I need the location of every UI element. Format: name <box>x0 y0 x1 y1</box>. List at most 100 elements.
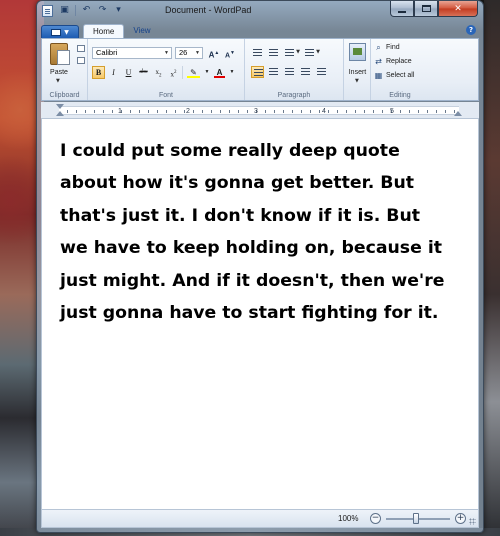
file-menu-icon <box>51 28 62 36</box>
save-icon[interactable]: ▣ <box>58 4 71 17</box>
ruler-number: 3 <box>254 108 258 115</box>
minimize-icon <box>398 10 406 13</box>
customize-icon[interactable]: ▾ <box>112 4 125 17</box>
align-left-icon[interactable] <box>251 66 264 78</box>
font-size-select[interactable]: 26 ▼ <box>175 47 203 59</box>
copy-icon[interactable] <box>77 57 85 64</box>
find-button[interactable]: ⌕ Find <box>374 43 400 52</box>
tab-home[interactable]: Home <box>83 24 125 39</box>
grow-font-icon[interactable]: A▲ <box>207 47 221 60</box>
select-all-icon: ▦ <box>374 71 383 80</box>
cut-icon[interactable] <box>77 45 85 52</box>
chevron-down-icon[interactable]: ▼ <box>193 48 202 58</box>
select-all-label: Select all <box>386 72 415 79</box>
chevron-down-icon[interactable]: ▼ <box>229 66 235 79</box>
maximize-button[interactable] <box>414 1 438 17</box>
insert-picture-icon[interactable] <box>349 43 366 61</box>
paragraph-group-label: Paragraph <box>277 92 311 99</box>
font-family-value: Calibri <box>96 48 118 57</box>
paste-icon[interactable] <box>50 43 70 65</box>
underline-button[interactable]: U <box>122 66 135 79</box>
ribbon: Paste ▼ Clipboard Calibri ▼ 26 ▼ A▲ A▼ B… <box>41 38 479 101</box>
ruler-number: 1 <box>118 108 122 115</box>
editing-group: ⌕ Find ⇄ Replace ▦ Select all Editing <box>371 39 429 100</box>
font-group-label: Font <box>158 92 173 99</box>
align-right-icon[interactable] <box>283 66 296 78</box>
zoom-level: 100% <box>338 514 359 523</box>
font-group: Calibri ▼ 26 ▼ A▲ A▼ B I U abc x2 x2 ✎ ▼… <box>88 39 245 100</box>
clipboard-group-label: Clipboard <box>49 92 80 99</box>
highlight-color-button[interactable]: ✎ <box>185 66 202 79</box>
caption-buttons: ✕ <box>390 1 478 17</box>
decrease-indent-icon[interactable] <box>251 47 264 59</box>
justify-icon[interactable] <box>299 66 312 78</box>
increase-indent-icon[interactable] <box>267 47 280 59</box>
application-menu-button[interactable]: ▼ <box>41 25 79 39</box>
replace-label: Replace <box>386 58 412 65</box>
select-all-button[interactable]: ▦ Select all <box>374 71 415 80</box>
zoom-out-button[interactable]: − <box>370 513 381 524</box>
paste-button-label[interactable]: Paste <box>42 69 76 76</box>
font-color-icon: A <box>216 68 223 77</box>
strikethrough-button[interactable]: abc <box>137 66 150 79</box>
paragraph-row-top: ▼ ▼ <box>251 47 320 59</box>
title-bar[interactable]: ▣ ↶ ↷ ▾ Document - WordPad ✕ <box>37 1 483 21</box>
wallpaper-right <box>484 0 500 536</box>
replace-button[interactable]: ⇄ Replace <box>374 57 412 66</box>
font-family-select[interactable]: Calibri ▼ <box>92 47 172 59</box>
paragraph-group: ▼ ▼ Paragraph <box>245 39 344 100</box>
chevron-down-icon[interactable]: ▼ <box>355 78 359 84</box>
zoom-in-button[interactable]: + <box>455 513 466 524</box>
chevron-down-icon: ▼ <box>64 28 69 36</box>
bullet-list-icon[interactable]: ▼ <box>283 47 300 59</box>
ruler-track: 1 2 3 4 5 <box>59 106 459 115</box>
wordpad-window: ▣ ↶ ↷ ▾ Document - WordPad ✕ ▼ Home View… <box>36 0 484 533</box>
minimize-button[interactable] <box>390 1 414 17</box>
editing-group-label: Editing <box>389 92 411 99</box>
status-bar: 100% − + <box>41 509 479 528</box>
tab-view[interactable]: View <box>124 24 159 39</box>
first-line-indent-marker[interactable] <box>56 104 64 109</box>
chevron-down-icon[interactable]: ▼ <box>162 48 171 58</box>
ruler-number: 5 <box>390 108 394 115</box>
resize-grip[interactable] <box>469 518 476 525</box>
redo-icon[interactable]: ↷ <box>96 4 109 17</box>
ruler-number: 4 <box>322 108 326 115</box>
insert-group: Insert ▼ <box>344 39 371 100</box>
superscript-button[interactable]: x2 <box>167 66 180 79</box>
document-area[interactable]: I could put some really deep quote about… <box>41 119 479 509</box>
bold-button[interactable]: B <box>92 66 105 79</box>
subscript-button[interactable]: x2 <box>152 66 165 79</box>
wordpad-app-icon[interactable] <box>42 5 53 17</box>
maximize-icon <box>421 5 431 12</box>
chevron-down-icon[interactable]: ▼ <box>56 78 60 84</box>
format-separator <box>182 66 183 79</box>
ruler-number: 2 <box>186 108 190 115</box>
paragraph-dialog-icon[interactable] <box>315 66 328 78</box>
document-text[interactable]: I could put some really deep quote about… <box>60 135 450 329</box>
zoom-slider-thumb[interactable] <box>413 513 419 524</box>
quick-access-toolbar: ▣ ↶ ↷ ▾ <box>58 4 125 17</box>
undo-icon[interactable]: ↶ <box>80 4 93 17</box>
help-icon[interactable]: ? <box>466 25 476 35</box>
paragraph-row-bottom <box>251 66 328 78</box>
ruler[interactable]: 1 2 3 4 5 <box>41 102 479 119</box>
font-size-value: 26 <box>179 48 188 57</box>
binoculars-icon: ⌕ <box>376 43 381 52</box>
highlighter-icon: ✎ <box>190 68 197 77</box>
font-color-button[interactable]: A <box>212 66 227 79</box>
replace-icon: ⇄ <box>375 57 382 66</box>
right-indent-marker[interactable] <box>454 111 462 116</box>
italic-button[interactable]: I <box>107 66 120 79</box>
shrink-font-icon[interactable]: A▼ <box>223 47 237 59</box>
close-button[interactable]: ✕ <box>438 1 478 17</box>
insert-button-label[interactable]: Insert <box>344 69 371 76</box>
align-center-icon[interactable] <box>267 66 280 78</box>
left-indent-marker[interactable] <box>56 111 64 116</box>
find-label: Find <box>386 44 400 51</box>
font-format-row: B I U abc x2 x2 ✎ ▼ A ▼ <box>92 66 235 79</box>
line-spacing-icon[interactable]: ▼ <box>303 47 320 59</box>
clipboard-group: Paste ▼ Clipboard <box>42 39 88 100</box>
chevron-down-icon[interactable]: ▼ <box>204 66 210 79</box>
window-title: Document - WordPad <box>165 5 252 15</box>
